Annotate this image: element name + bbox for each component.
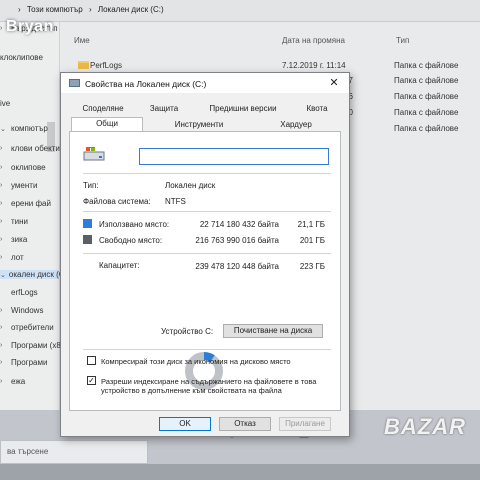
chevron-right-icon: › — [0, 218, 3, 225]
hard-drive-icon — [83, 147, 105, 161]
folder-icon — [78, 61, 89, 69]
cancel-button[interactable]: Отказ — [219, 417, 271, 431]
file-type: Папка с файлове — [394, 108, 459, 117]
free-space-gb: 201 ГБ — [299, 236, 325, 245]
nav-item[interactable]: › Windows — [0, 306, 43, 315]
file-name: PerfLogs — [90, 61, 123, 70]
file-date: 7.12.2019 г. 11:14 — [282, 61, 346, 70]
type-value: Локален диск — [165, 181, 216, 190]
chevron-right-icon: › — [0, 342, 3, 349]
index-label: Разреши индексиране на съдържанието на ф… — [101, 377, 317, 395]
nav-item[interactable]: › лот — [0, 253, 24, 262]
nav-item[interactable]: › отребители — [0, 323, 54, 332]
breadcrumb-computer[interactable]: Този компютър — [27, 5, 83, 14]
divider — [83, 253, 331, 254]
used-space-label: Използвано място: — [99, 220, 170, 229]
nav-item[interactable]: › Програми — [0, 358, 47, 367]
nav-item[interactable]: ive — [0, 99, 10, 108]
nav-item-local-disk[interactable]: ⌄ окален диск (C — [0, 270, 65, 279]
chevron-right-icon: › — [0, 236, 3, 243]
free-space-label: Свободно място: — [99, 236, 163, 245]
divider — [83, 349, 331, 350]
breadcrumb-separator-icon: › — [88, 5, 92, 14]
column-header-date[interactable]: Дата на промяна — [282, 36, 345, 45]
divider — [83, 173, 331, 174]
used-space-gb: 21,1 ГБ — [297, 220, 325, 229]
device-label: Устройство C: — [161, 327, 214, 336]
nav-item[interactable]: › оклипове — [0, 163, 46, 172]
close-icon[interactable]: ✕ — [327, 76, 341, 90]
file-type: Папка с файлове — [394, 124, 459, 133]
nav-item[interactable]: клоклипове — [0, 53, 43, 62]
chevron-right-icon: › — [0, 324, 3, 331]
properties-dialog: Свойства на Локален диск (C:) ✕ Споделян… — [60, 72, 350, 437]
file-type: Папка с файлове — [394, 92, 459, 101]
column-header-name[interactable]: Име — [74, 36, 90, 45]
nav-item[interactable]: › зика — [0, 235, 27, 244]
nav-arrow-icon[interactable]: › — [18, 5, 21, 14]
compress-checkbox[interactable] — [87, 356, 96, 365]
filesystem-value: NTFS — [165, 197, 186, 206]
nav-item[interactable]: › тини — [0, 217, 28, 226]
file-type: Папка с файлове — [394, 76, 459, 85]
chevron-right-icon: › — [0, 378, 3, 385]
tab-previous-versions[interactable]: Предишни версии — [193, 103, 293, 115]
drive-icon — [69, 79, 80, 87]
apply-button[interactable]: Прилагане — [279, 417, 331, 431]
tab-sharing[interactable]: Споделяне — [71, 103, 135, 115]
navigation-pane: › Бърз достъп клоклипове ive ⌄ компютър › к… — [0, 22, 65, 410]
chevron-right-icon: › — [0, 254, 3, 261]
bazar-logo: BAZAR — [384, 414, 466, 439]
nav-item[interactable]: erfLogs — [0, 288, 38, 297]
chevron-right-icon: › — [0, 145, 3, 152]
nav-item[interactable]: › клови обекти — [0, 144, 60, 153]
nav-item[interactable]: › ументи — [0, 181, 37, 190]
chevron-right-icon: › — [0, 307, 3, 314]
tab-general[interactable]: Общи — [71, 117, 143, 131]
taskbar-search-input[interactable]: ва търсене — [0, 440, 148, 464]
compress-label: Компресирай този диск за икономия на дис… — [101, 357, 291, 366]
file-type: Папка с файлове — [394, 61, 459, 70]
address-bar[interactable]: › Този компютър › Локален диск (C:) — [0, 0, 480, 22]
free-space-swatch — [83, 235, 92, 244]
photo-watermark: Bryan — [6, 18, 54, 35]
taskbar-edge — [0, 464, 480, 480]
volume-name-input[interactable] — [139, 148, 329, 165]
dialog-titlebar[interactable]: Свойства на Локален диск (C:) ✕ — [61, 73, 349, 93]
used-space-swatch — [83, 219, 92, 228]
filesystem-label: Файлова система: — [83, 197, 151, 206]
capacity-gb: 223 ГБ — [299, 262, 325, 271]
breadcrumb-drive[interactable]: Локален диск (C:) — [98, 5, 164, 14]
used-space-bytes: 22 714 180 432 байта — [199, 220, 279, 229]
nav-item[interactable]: › ежа — [0, 377, 25, 386]
chevron-down-icon: ⌄ — [0, 125, 6, 133]
nav-item[interactable]: › Програми (x8 — [0, 341, 61, 350]
tab-security[interactable]: Защита — [137, 103, 191, 115]
column-header-type[interactable]: Тип — [396, 36, 409, 45]
chevron-right-icon: › — [0, 164, 3, 171]
capacity-label: Капацитет: — [99, 261, 140, 270]
divider — [83, 211, 331, 212]
tab-quota[interactable]: Квота — [295, 103, 339, 115]
ok-button[interactable]: OK — [159, 417, 211, 431]
file-row[interactable]: PerfLogs 7.12.2019 г. 11:14 Папка с файл… — [62, 58, 480, 73]
tab-tools[interactable]: Инструменти — [149, 119, 249, 131]
breadcrumb: › Този компютър › Локален диск (C:) — [18, 5, 168, 14]
chevron-right-icon: › — [0, 182, 3, 189]
chevron-down-icon: ⌄ — [0, 271, 6, 279]
tab-hardware[interactable]: Хардуер — [255, 119, 337, 131]
index-checkbox[interactable]: ✓ — [87, 376, 96, 385]
free-space-bytes: 216 763 990 016 байта — [195, 236, 279, 245]
capacity-bytes: 239 478 120 448 байта — [195, 262, 279, 271]
nav-item-this-pc[interactable]: ⌄ компютър — [0, 124, 48, 133]
chevron-right-icon: › — [0, 200, 3, 207]
chevron-right-icon: › — [0, 359, 3, 366]
type-label: Тип: — [83, 181, 99, 190]
nav-item[interactable]: › ерени фай — [0, 199, 51, 208]
dialog-title: Свойства на Локален диск (C:) — [85, 79, 207, 89]
disk-cleanup-button[interactable]: Почистване на диска — [223, 324, 323, 338]
